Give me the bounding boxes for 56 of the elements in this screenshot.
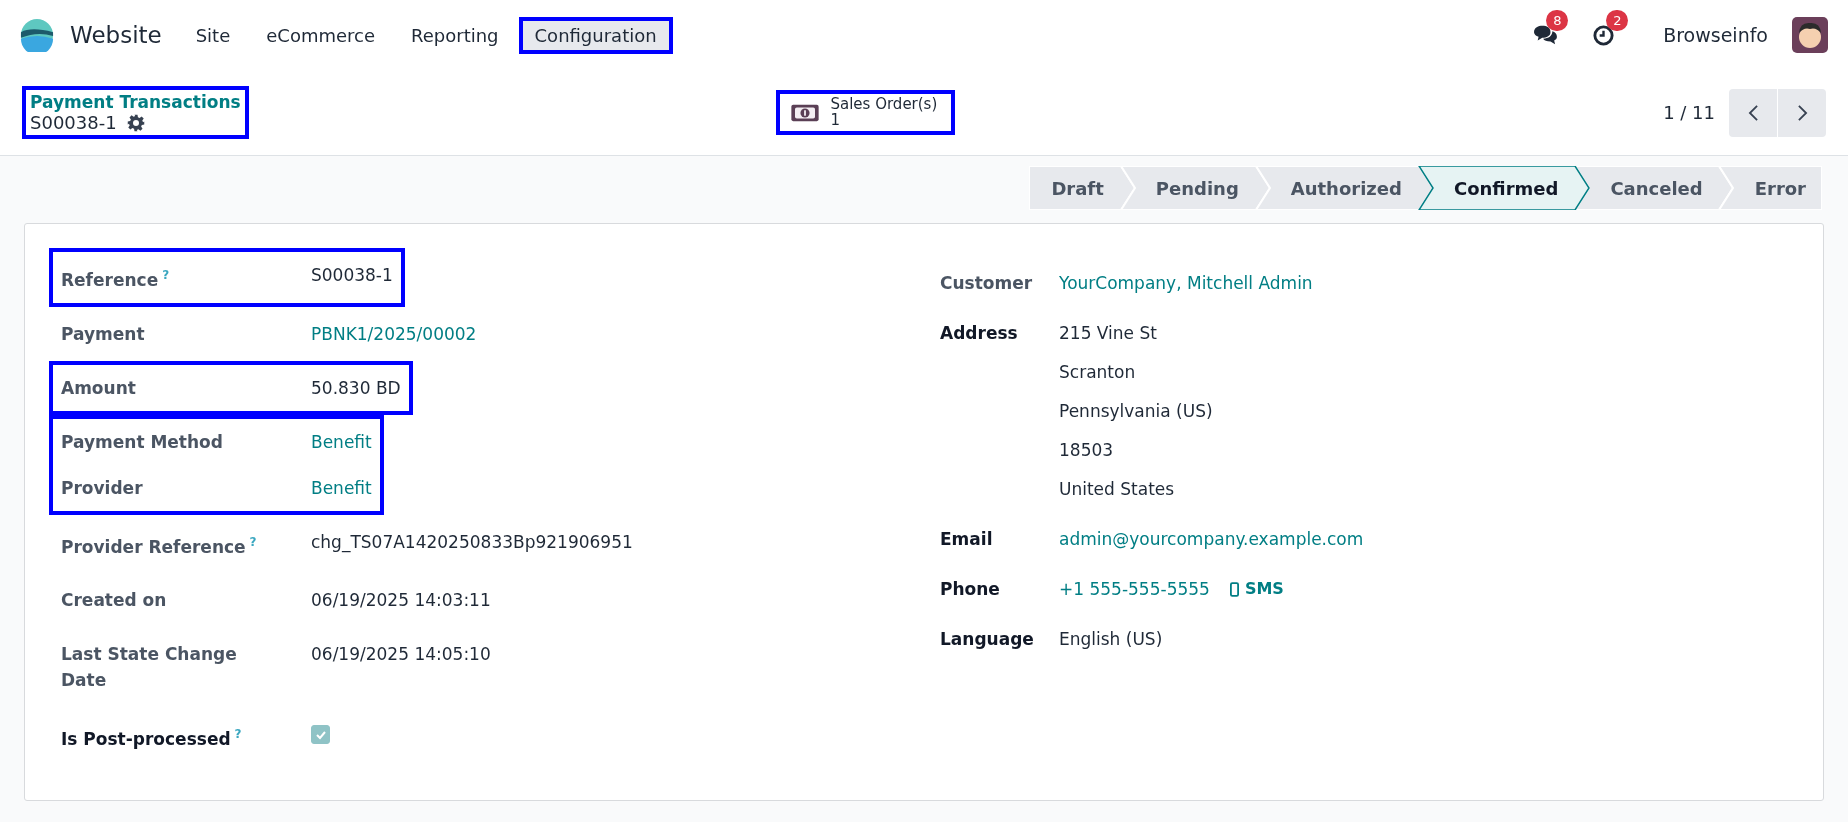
sms-button[interactable]: SMS	[1229, 576, 1284, 602]
phone-link[interactable]: +1 555-555-5555	[1059, 576, 1210, 602]
address-line: 215 Vine St	[1059, 322, 1158, 345]
field-value: chg_TS07A1420250833Bp921906951	[311, 531, 633, 552]
field-value: English (US)	[1059, 628, 1163, 651]
field-label: Payment Method	[61, 430, 223, 454]
smart-button-count: 1	[830, 112, 841, 129]
field-label: Is Post-processed $^{?}$	[61, 726, 242, 751]
field-label: Email	[940, 528, 994, 551]
field-label: Address	[940, 322, 1019, 345]
avatar-icon[interactable]	[1792, 17, 1828, 53]
field-link[interactable]: YourCompany, Mitchell Admin	[1059, 270, 1313, 296]
message-count-badge: 8	[1546, 10, 1569, 31]
checkbox[interactable]	[311, 725, 330, 745]
address-line: United States	[1059, 478, 1176, 501]
field-value: 50.830 BD	[311, 377, 401, 398]
smart-button-label: Sales Order(s)	[830, 96, 938, 113]
field-label: Last State Change Date	[61, 643, 238, 693]
field-label: Reference $^{?}$	[61, 267, 170, 292]
chat-icon[interactable]	[1532, 24, 1559, 46]
chevron-right-icon	[1796, 103, 1808, 122]
activity-count-badge: 2	[1606, 9, 1629, 31]
field-value: S00038-1	[311, 265, 393, 285]
field-link[interactable]: PBNK1/2025/00002	[311, 323, 477, 344]
user-name[interactable]: Browseinfo	[1663, 24, 1768, 46]
field-label: Provider Reference $^{?}$	[61, 533, 257, 559]
pager-counter: 1 / 11	[1663, 102, 1715, 123]
app-logo-icon[interactable]	[20, 18, 54, 52]
field-value: 06/19/2025 14:03:11	[311, 590, 491, 611]
record-name: S00038-1	[30, 112, 117, 133]
field-label: Amount	[61, 376, 136, 400]
settings-icon[interactable]	[126, 113, 145, 132]
clock-icon[interactable]	[1592, 23, 1616, 47]
field-label: Payment	[61, 322, 145, 346]
menu-item[interactable]: eCommerce	[250, 16, 392, 54]
menu-item[interactable]: Configuration	[518, 16, 673, 54]
address-line: 18503	[1059, 439, 1115, 462]
field-link[interactable]: admin@yourcompany.example.com	[1059, 526, 1364, 552]
field-link[interactable]: Benefit	[311, 477, 372, 498]
menu-item[interactable]: Site	[179, 16, 247, 54]
banknote-icon	[790, 102, 821, 123]
chevron-left-icon	[1747, 103, 1759, 122]
field-link[interactable]: Benefit	[311, 431, 372, 452]
menu-item[interactable]: Reporting	[395, 16, 515, 54]
address-line: Scranton	[1059, 361, 1137, 384]
sales-orders-smart-button[interactable]: Sales Order(s) 1	[776, 89, 956, 136]
field-label: Phone	[940, 578, 1001, 601]
field-label: Customer	[940, 272, 1034, 295]
breadcrumb-link[interactable]: Payment Transactions	[30, 92, 241, 112]
field-label: Provider	[61, 476, 143, 500]
app-name[interactable]: Website	[70, 22, 162, 48]
field-label: Created on	[61, 589, 167, 613]
field-value: 06/19/2025 14:05:10	[311, 644, 491, 665]
address-line: Pennsylvania (US)	[1059, 400, 1213, 423]
mobile-phone-icon	[1229, 581, 1239, 597]
field-label: Language	[940, 628, 1035, 651]
